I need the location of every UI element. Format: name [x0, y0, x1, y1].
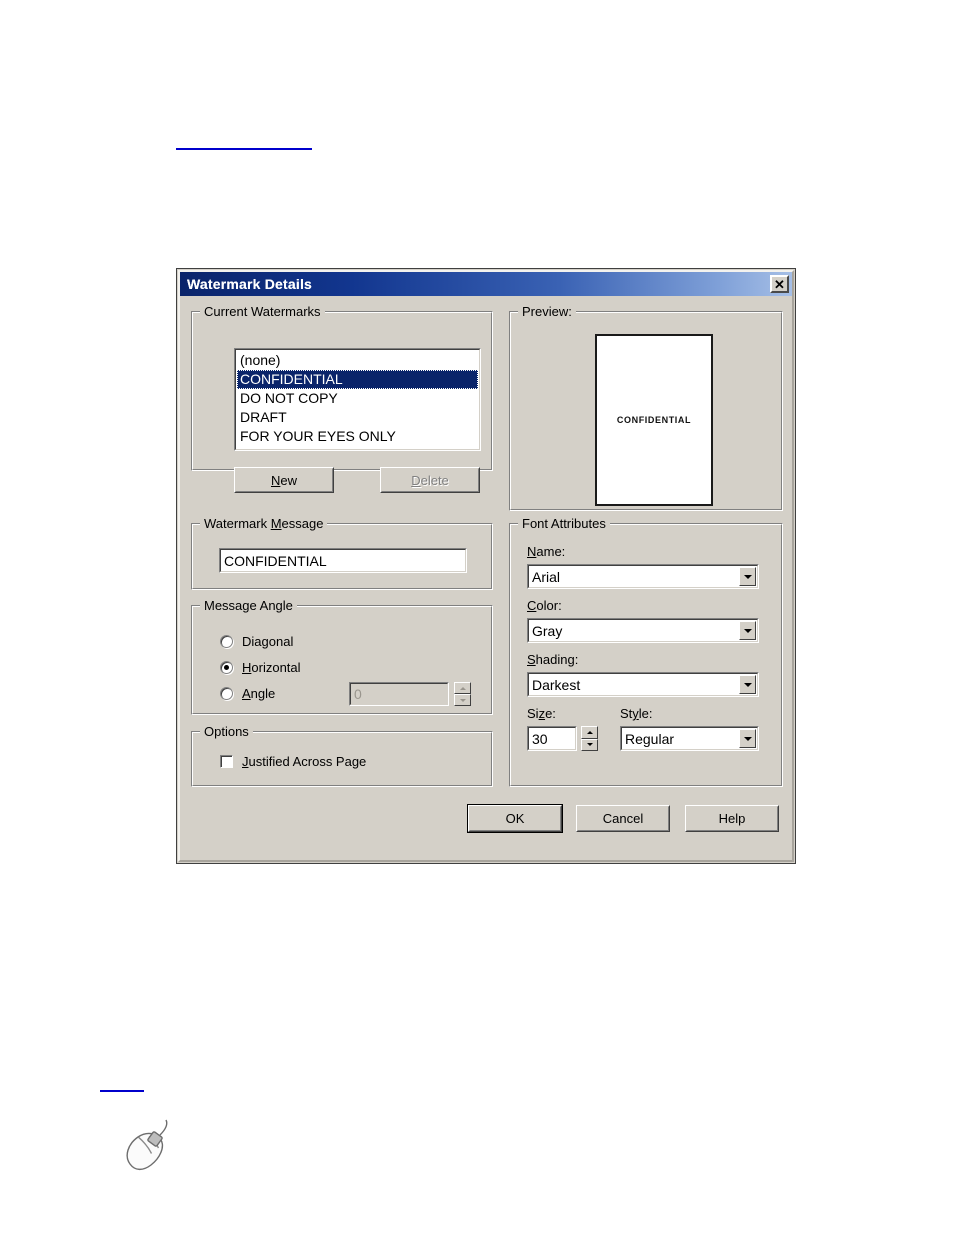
list-item[interactable]: FOR YOUR EYES ONLY [237, 427, 478, 446]
computer-mouse-icon [126, 1119, 168, 1171]
font-shading-label: Shading: [527, 652, 579, 667]
watermarks-listbox[interactable]: (none) CONFIDENTIAL DO NOT COPY DRAFT FO… [234, 348, 481, 451]
radio-dot-icon [220, 687, 233, 700]
cancel-button-label: Cancel [602, 811, 644, 826]
preview-page: CONFIDENTIAL [595, 334, 713, 506]
chevron-down-icon[interactable] [739, 675, 756, 694]
delete-button-label: Delete [411, 472, 449, 488]
font-name-value: Arial [532, 568, 561, 585]
message-angle-group: Message Angle Diagonal Horizontal Angle … [191, 598, 493, 715]
preview-title: Preview: [518, 304, 576, 319]
checkbox-icon [220, 755, 233, 768]
new-watermark-button[interactable]: New [234, 467, 334, 493]
dialog-title: Watermark Details [187, 276, 313, 292]
font-size-spinner[interactable] [581, 726, 598, 751]
radio-horizontal-label: Horizontal [242, 660, 301, 675]
font-style-label: Style: [620, 706, 653, 721]
list-item[interactable]: CONFIDENTIAL [237, 370, 478, 389]
dialog-titlebar[interactable]: Watermark Details ✕ [180, 272, 792, 296]
justified-across-page-checkbox[interactable]: Justified Across Page [220, 754, 366, 769]
size-spin-down-icon[interactable] [581, 738, 598, 751]
font-color-label: Color: [527, 598, 562, 613]
bottom-blue-rule [100, 1090, 144, 1092]
chevron-down-icon[interactable] [739, 729, 756, 748]
font-attributes-group: Font Attributes Name: Arial Color: Gray … [509, 516, 783, 787]
options-group: Options Justified Across Page [191, 724, 493, 787]
radio-diagonal[interactable]: Diagonal [220, 634, 293, 649]
ok-button[interactable]: OK [468, 805, 562, 832]
angle-spin-down-icon[interactable] [454, 694, 471, 706]
current-watermarks-group: Current Watermarks (none) CONFIDENTIAL D… [191, 304, 493, 493]
angle-value: 0 [354, 686, 362, 702]
font-color-value: Gray [532, 622, 563, 639]
list-item[interactable]: (none) [237, 351, 478, 370]
watermark-message-value: CONFIDENTIAL [224, 552, 327, 569]
list-item[interactable]: DO NOT COPY [237, 389, 478, 408]
radio-dot-icon [220, 661, 233, 674]
angle-value-input[interactable]: 0 [349, 682, 449, 706]
font-size-label: Size: [527, 706, 556, 721]
ok-button-label: OK [505, 811, 525, 826]
preview-group: Preview: CONFIDENTIAL [509, 304, 783, 511]
radio-horizontal[interactable]: Horizontal [220, 660, 301, 675]
justified-across-page-label: Justified Across Page [242, 754, 367, 769]
top-blue-rule [176, 148, 312, 150]
font-style-value: Regular [625, 730, 675, 747]
font-name-combo[interactable]: Arial [527, 564, 759, 589]
current-watermarks-title: Current Watermarks [200, 304, 325, 319]
delete-watermark-button[interactable]: Delete [380, 467, 480, 493]
radio-dot-icon [220, 635, 233, 648]
close-glyph: ✕ [774, 276, 785, 292]
list-item[interactable]: DRAFT [237, 408, 478, 427]
watermark-message-input[interactable]: CONFIDENTIAL [219, 548, 467, 573]
watermark-details-dialog: Watermark Details ✕ Current Watermarks (… [176, 268, 796, 864]
font-style-combo[interactable]: Regular [620, 726, 759, 751]
radio-angle[interactable]: Angle [220, 686, 275, 701]
options-title: Options [200, 724, 253, 739]
font-name-label: Name: [527, 544, 566, 559]
chevron-down-icon[interactable] [739, 567, 756, 586]
angle-spinner[interactable] [454, 682, 471, 706]
close-icon[interactable]: ✕ [770, 275, 789, 293]
size-spin-up-icon[interactable] [581, 726, 598, 739]
font-shading-value: Darkest [532, 676, 581, 693]
cancel-button[interactable]: Cancel [576, 805, 670, 832]
new-button-label: New [270, 472, 297, 488]
radio-angle-label: Angle [242, 686, 276, 701]
watermarks-list-items: (none) CONFIDENTIAL DO NOT COPY DRAFT FO… [237, 351, 478, 448]
watermark-message-title: Watermark Message [200, 516, 328, 531]
radio-diagonal-label: Diagonal [242, 634, 294, 649]
chevron-down-icon[interactable] [739, 621, 756, 640]
angle-spin-up-icon[interactable] [454, 682, 471, 694]
font-size-value: 30 [532, 730, 548, 747]
help-button-label: Help [718, 811, 746, 826]
font-attributes-title: Font Attributes [518, 516, 610, 531]
font-size-input[interactable]: 30 [527, 726, 577, 751]
watermark-message-group: Watermark Message CONFIDENTIAL [191, 516, 493, 590]
message-angle-title: Message Angle [200, 598, 297, 613]
font-color-combo[interactable]: Gray [527, 618, 759, 643]
preview-watermark-text: CONFIDENTIAL [616, 415, 692, 425]
font-shading-combo[interactable]: Darkest [527, 672, 759, 697]
help-button[interactable]: Help [685, 805, 779, 832]
